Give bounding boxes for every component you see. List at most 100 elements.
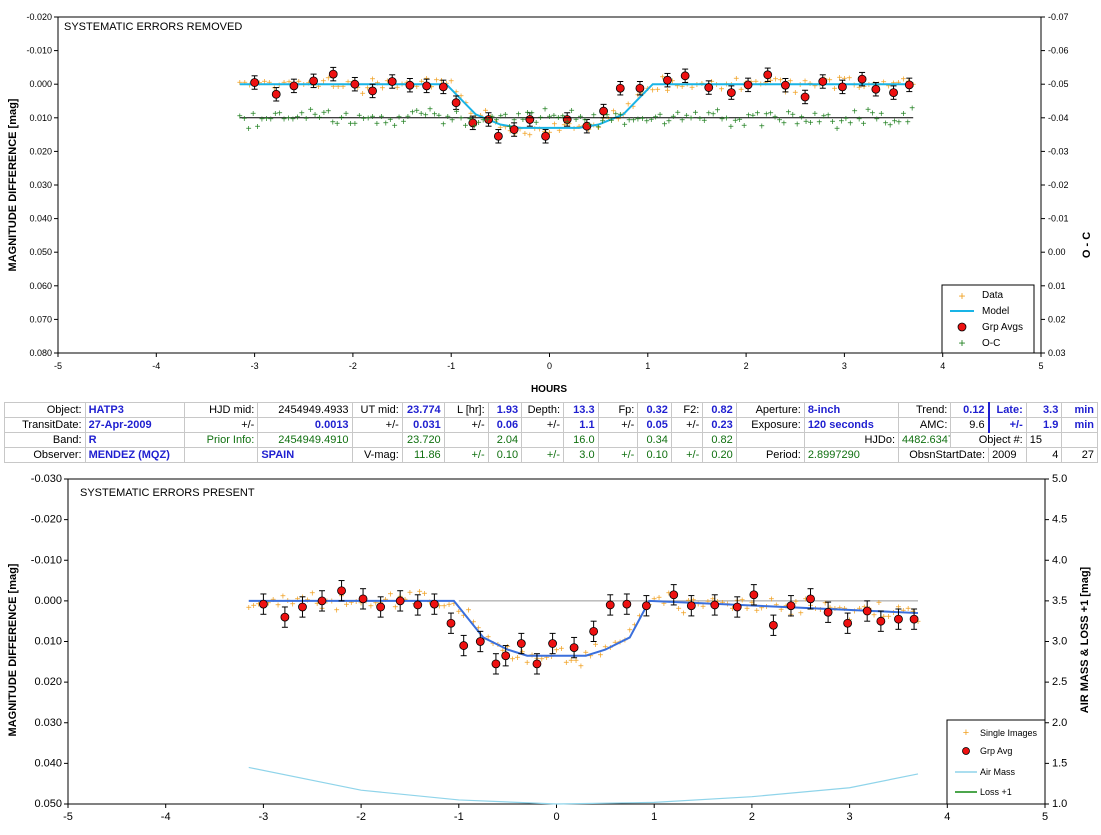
table-cell: 1.9 — [1025, 417, 1063, 433]
y-tick-label: 0.020 — [34, 676, 62, 688]
group-average-point — [541, 131, 550, 141]
table-cell: 2009 — [988, 447, 1027, 463]
data-point: + — [578, 662, 584, 673]
legend-entry-single-images: Single Images — [980, 728, 1038, 738]
table-cell: min — [1061, 417, 1098, 433]
x-tick-label: 2 — [749, 811, 755, 823]
group-average-point — [894, 614, 903, 624]
table-cell: 0.20 — [702, 447, 737, 463]
legend-entry-air-mass: Air Mass — [980, 767, 1016, 777]
group-average-point — [376, 602, 386, 612]
group-average-point — [405, 80, 415, 90]
group-average-point — [280, 612, 290, 622]
group-average-point — [438, 82, 448, 92]
y-tick-label: 0.040 — [29, 214, 52, 224]
x-tick-label: 0 — [553, 811, 559, 823]
group-average-point — [680, 71, 690, 81]
y-tick-label: 0.000 — [34, 595, 62, 607]
group-average-point — [857, 74, 867, 84]
table-cell: 0.34 — [637, 432, 672, 448]
group-average-point — [763, 70, 773, 80]
oc-point: + — [905, 118, 911, 129]
group-average-point — [413, 600, 423, 610]
transit-info-table: Object: HATP3 HJD mid: 2454949.4933 UT m… — [4, 402, 1098, 463]
table-cell: 3.3 — [1025, 402, 1063, 418]
table-cell — [1061, 432, 1098, 448]
table-cell: +/- — [597, 417, 639, 433]
table-cell: +/- — [521, 447, 565, 463]
oc-point: + — [564, 117, 570, 128]
y-tick-label: 0.050 — [29, 247, 52, 257]
table-row: Band: R Prior Info: 2454949.4910 23.720 … — [4, 432, 1098, 448]
y2-tick-label: 0.01 — [1048, 281, 1066, 291]
table-cell — [443, 432, 489, 448]
table-cell: SPAIN — [257, 447, 353, 463]
table-cell: V-mag: — [351, 447, 403, 463]
group-average-point — [710, 600, 720, 610]
table-cell: 2454949.4910 — [257, 432, 353, 448]
table-cell: +/- — [443, 417, 489, 433]
x-tick-label: 3 — [842, 361, 847, 371]
y2-tick-label: 1.5 — [1052, 757, 1067, 769]
data-point: + — [665, 86, 671, 97]
y2-tick-label: 4.5 — [1052, 514, 1067, 526]
y2-tick-label: 2.5 — [1052, 676, 1067, 688]
x-tick-label: 1 — [651, 811, 657, 823]
table-cell: 8-inch — [803, 402, 900, 418]
bottom-y2-axis-label: AIR MASS & LOSS +1 [mag] — [1079, 566, 1091, 713]
group-average-point — [786, 601, 796, 611]
top-chart-title: SYSTEMATIC ERRORS REMOVED — [64, 21, 242, 33]
legend-entry-grp-avgs: Grp Avgs — [982, 322, 1023, 333]
oc-point: + — [909, 104, 915, 115]
group-average-point — [889, 88, 898, 97]
table-cell: 120 seconds — [803, 417, 900, 433]
group-average-point — [622, 599, 632, 609]
y-tick-label: 0.080 — [29, 348, 52, 358]
y-tick-label: -0.010 — [31, 554, 62, 566]
table-cell: +/- — [184, 417, 259, 433]
y-tick-label: 0.030 — [29, 180, 52, 190]
oc-point: + — [246, 124, 252, 135]
table-cell: 23.720 — [401, 432, 445, 448]
group-average-point — [298, 602, 307, 612]
group-average-point — [862, 606, 872, 616]
table-cell: +/- — [597, 447, 639, 463]
x-tick-label: -1 — [447, 361, 455, 371]
y-tick-label: 0.030 — [34, 717, 62, 729]
table-cell: Prior Info: — [184, 432, 259, 448]
table-cell: L [hr]: — [443, 402, 489, 418]
top-y2-axis-label: O - C — [1081, 232, 1093, 258]
table-cell: TransitDate: — [4, 417, 86, 433]
x-tick-label: 5 — [1038, 361, 1043, 371]
table-cell: HJDo: — [803, 432, 900, 448]
table-cell: UT mid: — [351, 402, 403, 418]
group-average-point — [641, 601, 651, 611]
group-average-point — [451, 98, 461, 108]
group-average-point — [395, 596, 405, 606]
table-cell: Aperture: — [735, 402, 805, 418]
group-average-point — [459, 641, 469, 650]
y2-tick-label: 0.00 — [1048, 247, 1066, 257]
table-cell: 0.82 — [702, 402, 737, 418]
table-cell — [670, 432, 704, 448]
y2-tick-label: -0.06 — [1048, 46, 1069, 56]
group-average-point — [516, 639, 526, 648]
group-average-point — [743, 80, 753, 90]
data-point: + — [832, 84, 838, 95]
x-tick-label: 0 — [547, 361, 552, 371]
x-tick-label: 4 — [944, 811, 950, 823]
x-tick-label: -3 — [251, 361, 259, 371]
table-cell: 13.3 — [563, 402, 599, 418]
y2-tick-label: 3.0 — [1052, 636, 1067, 648]
data-point: + — [387, 590, 393, 601]
group-average-point — [818, 77, 828, 86]
table-cell: 27 — [1061, 447, 1098, 463]
group-average-point — [876, 616, 886, 626]
table-cell: 4482.6347 — [898, 432, 952, 448]
table-cell: 3.0 — [563, 447, 599, 463]
table-cell — [597, 432, 639, 448]
table-cell: 2.8997290 — [803, 447, 900, 463]
group-average-point — [605, 600, 615, 610]
table-row: Observer: MENDEZ (MQZ) SPAIN V-mag: 11.8… — [4, 447, 1098, 463]
group-average-point — [258, 599, 268, 609]
